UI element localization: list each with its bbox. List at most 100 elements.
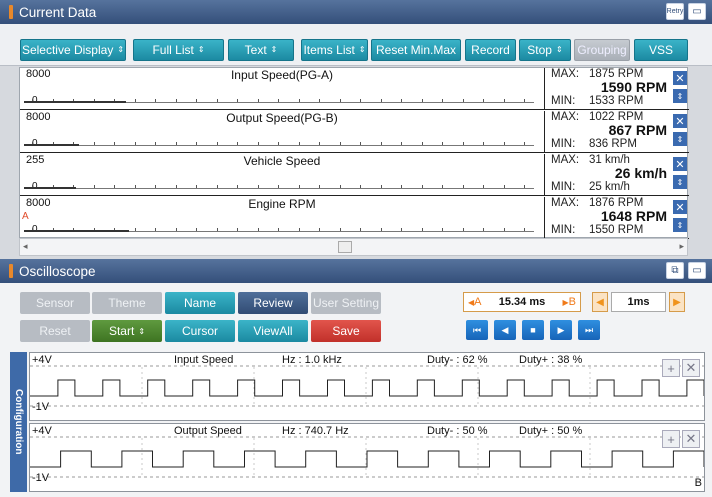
remove-icon[interactable]: ✕ (682, 359, 700, 377)
max-label: MAX: (551, 111, 580, 123)
horizontal-scrollbar[interactable]: ◂ ▸ (19, 238, 688, 256)
waveform-trace (30, 450, 704, 468)
duty-positive: Duty+ : 50 % (519, 425, 583, 437)
dropdown-arrows-icon: ⇕ (555, 45, 563, 54)
skip-end-icon[interactable]: ⏭ (578, 320, 600, 340)
cursor-b-marker[interactable]: B (695, 477, 702, 489)
play-icon[interactable]: ▶ (550, 320, 572, 340)
retry-icon[interactable]: Retry (666, 3, 684, 20)
skip-start-icon[interactable]: ⏮ (466, 320, 488, 340)
toolbar-button-vss[interactable]: VSS (634, 39, 688, 61)
close-icon[interactable]: ✕ (673, 114, 687, 128)
waveform-plot (30, 365, 704, 407)
time-div-field[interactable]: 1ms (611, 292, 666, 312)
start-button[interactable]: Start ⇕ (92, 320, 162, 342)
cursor-time: 15.34 ms (498, 296, 546, 308)
review-button[interactable]: Review (238, 292, 308, 314)
name-button[interactable]: Name (165, 292, 235, 314)
scroll-left-icon[interactable]: ◂ (23, 241, 28, 252)
waveform-plot (30, 436, 704, 478)
move-icon[interactable]: ⇕ (673, 132, 687, 146)
data-row[interactable]: 8000Input Speed(PG-A)0MAX:1875 RPM1590 R… (20, 68, 689, 110)
viewall-button[interactable]: ViewAll (238, 320, 308, 342)
current-data-toolbar: Selective Display ⇕ Full List ⇕ Text ⇕ Items L… (0, 24, 712, 66)
toolbar-button-reset-min-max[interactable]: Reset Min.Max (371, 39, 461, 61)
cursor-b-marker[interactable]: ▶B (562, 296, 576, 308)
scroll-right-icon[interactable]: ▸ (679, 241, 684, 252)
signal-name: Output Speed(PG-B) (226, 111, 338, 125)
oscilloscope-titlebar: Oscilloscope ⧉ ▭ (0, 259, 712, 283)
panel-marker (9, 5, 13, 19)
move-icon[interactable]: ⇕ (673, 89, 687, 103)
close-icon[interactable]: ✕ (673, 157, 687, 171)
theme-button[interactable]: Theme (92, 292, 162, 314)
data-row[interactable]: 8000Engine RPM0AMAX:1876 RPM1648 RPMMIN:… (20, 197, 689, 239)
alarm-marker: A (22, 211, 29, 222)
current-value: 1590 RPM (600, 79, 667, 95)
duty-negative: Duty- : 50 % (427, 425, 488, 437)
current-value: 26 km/h (614, 165, 667, 181)
user-setting-button[interactable]: User Setting (311, 292, 381, 314)
channel-name: Output Speed (174, 425, 242, 437)
close-icon[interactable]: ✕ (673, 71, 687, 85)
level-bar (24, 230, 130, 232)
toolbar-button-stop[interactable]: Stop ⇕ (519, 39, 571, 61)
save-button[interactable]: Save (311, 320, 381, 342)
cursor-button[interactable]: Cursor (165, 320, 235, 342)
zoom-increase-icon[interactable]: ▶ (669, 292, 685, 312)
toolbar-button-full-list[interactable]: Full List ⇕ (133, 39, 224, 61)
close-icon[interactable]: ✕ (673, 200, 687, 214)
level-bar (24, 101, 126, 103)
prev-icon[interactable]: ◀ (494, 320, 516, 340)
min-value: 25 km/h (589, 181, 630, 193)
current-value: 867 RPM (608, 122, 667, 138)
toolbar-button-items-list[interactable]: Items List ⇕ (301, 39, 368, 61)
zoom-decrease-icon[interactable]: ◀ (592, 292, 608, 312)
row-separator (544, 197, 545, 239)
data-row[interactable]: 8000Output Speed(PG-B)0MAX:1022 RPM867 R… (20, 111, 689, 153)
oscilloscope-channel[interactable]: +4V Input Speed Hz : 1.0 kHz Duty- : 62 % Du… (29, 352, 705, 421)
min-value: 1550 RPM (589, 224, 644, 236)
duty-positive: Duty+ : 38 % (519, 354, 583, 366)
toolbar-button-record[interactable]: Record (465, 39, 516, 61)
cursor-a-marker[interactable]: ◀A (468, 296, 482, 308)
detach-icon[interactable]: ⧉ (666, 262, 684, 279)
add-icon[interactable]: + (662, 430, 680, 448)
current-data-titlebar: Current Data Retry ▭ (0, 0, 712, 24)
min-value: 1533 RPM (589, 95, 644, 107)
data-list: 8000Input Speed(PG-A)0MAX:1875 RPM1590 R… (19, 67, 689, 239)
current-value: 1648 RPM (600, 208, 667, 224)
scroll-thumb[interactable] (338, 241, 352, 253)
configuration-tab[interactable]: Configuration (10, 352, 27, 492)
panel-marker (9, 264, 13, 278)
remove-icon[interactable]: ✕ (682, 430, 700, 448)
stop-icon[interactable]: ■ (522, 320, 544, 340)
data-row[interactable]: 255Vehicle Speed0MAX:31 km/h26 km/hMIN:2… (20, 154, 689, 196)
row-separator (544, 154, 545, 196)
min-label: MIN: (551, 138, 576, 150)
dropdown-arrows-icon: ⇕ (358, 45, 366, 54)
current-data-title: Current Data (19, 4, 97, 20)
window-icon[interactable]: ▭ (688, 3, 706, 20)
volt-bottom: -1V (32, 472, 50, 484)
row-separator (544, 68, 545, 110)
move-icon[interactable]: ⇕ (673, 218, 687, 232)
min-label: MIN: (551, 181, 576, 193)
add-icon[interactable]: + (662, 359, 680, 377)
reset-button[interactable]: Reset (20, 320, 90, 342)
dropdown-arrows-icon: ⇕ (197, 45, 205, 54)
window-icon[interactable]: ▭ (688, 262, 706, 279)
oscilloscope-channel[interactable]: +4V Output Speed Hz : 740.7 Hz Duty- : 50 %… (29, 423, 705, 492)
move-icon[interactable]: ⇕ (673, 175, 687, 189)
level-bar (24, 144, 80, 146)
level-baseline (24, 188, 534, 189)
level-baseline (24, 145, 534, 146)
oscilloscope-title: Oscilloscope (19, 263, 96, 279)
toolbar-button-selective-display[interactable]: Selective Display ⇕ (20, 39, 126, 61)
toolbar-button-grouping[interactable]: Grouping (574, 39, 630, 61)
sensor-button[interactable]: Sensor (20, 292, 90, 314)
max-label: MAX: (551, 197, 580, 209)
toolbar-button-text[interactable]: Text ⇕ (228, 39, 294, 61)
waveform-trace (30, 379, 704, 397)
dropdown-arrows-icon: ⇕ (270, 45, 278, 54)
